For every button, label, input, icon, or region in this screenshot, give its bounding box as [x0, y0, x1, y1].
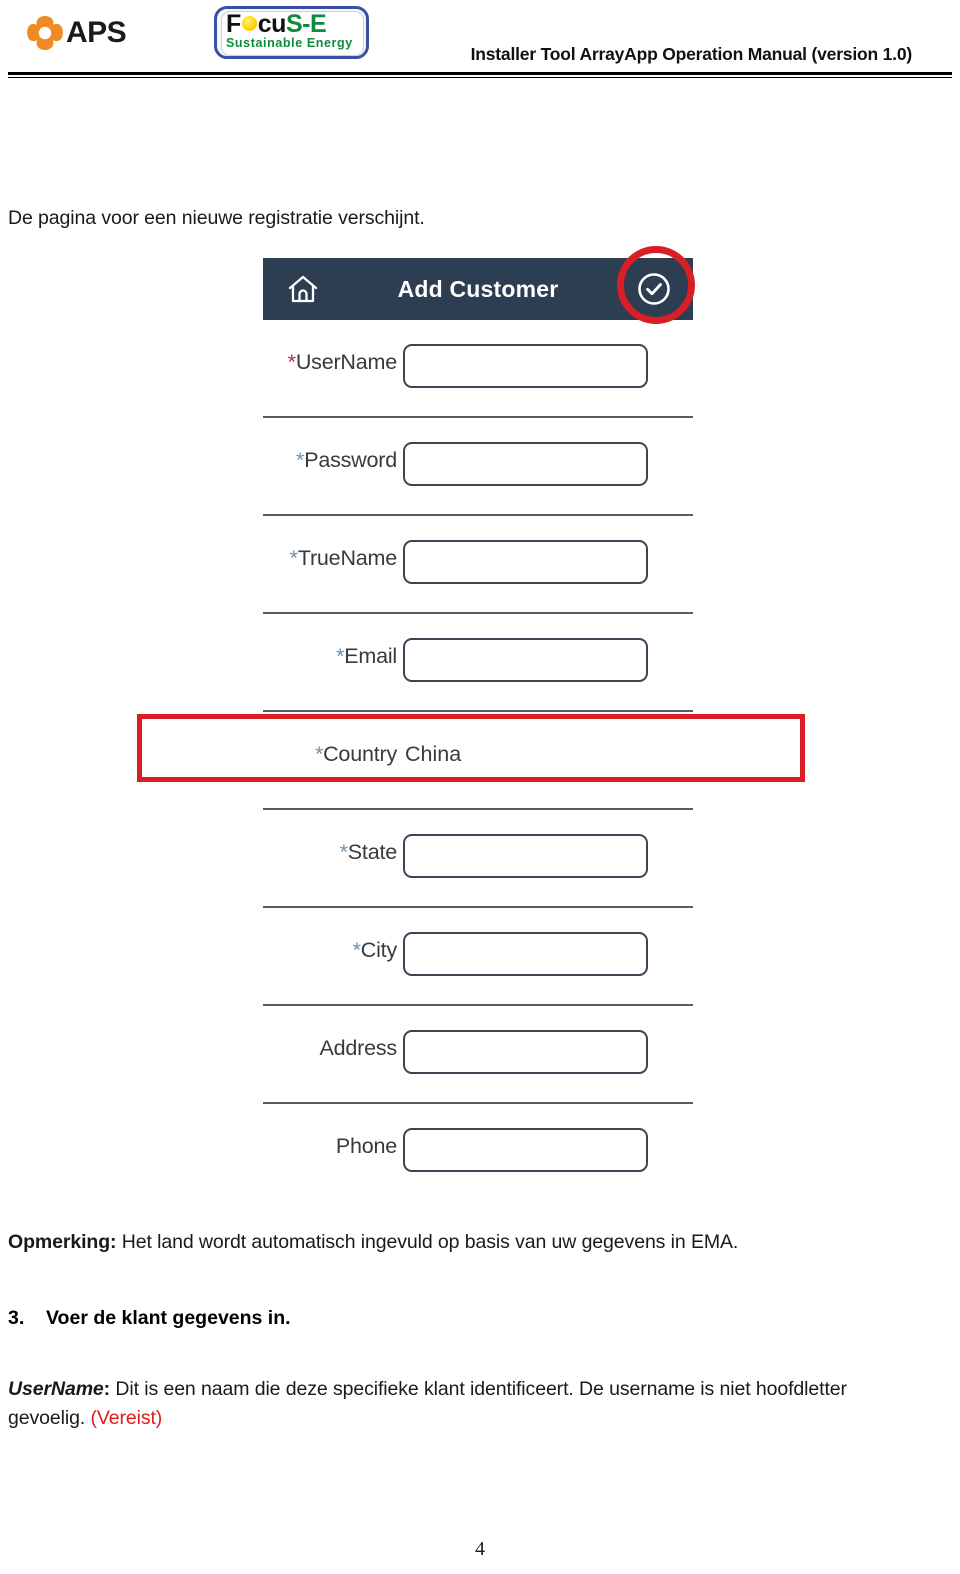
page-header: APS FcuS-E Sustainable Energy Installer … [0, 0, 960, 82]
truename-input[interactable] [403, 540, 648, 584]
field-label-address: Address [263, 1036, 398, 1061]
sun-dot-icon [241, 16, 257, 31]
required-asterisk: * [289, 546, 298, 570]
step-3-number: 3. [8, 1307, 25, 1329]
header-rule-thin [8, 77, 952, 78]
required-asterisk: * [287, 350, 296, 374]
note-label: Opmerking: [8, 1231, 117, 1253]
intro-paragraph: De pagina voor een nieuwe registratie ve… [8, 207, 425, 229]
aps-wordmark: APS [66, 16, 127, 49]
form-row-password: *Password [263, 418, 693, 516]
page-number: 4 [475, 1538, 485, 1560]
step-3-heading: Voer de klant gegevens in. [46, 1307, 291, 1329]
form-row-truename: *TrueName [263, 516, 693, 614]
focuse-wordmark: FcuS-E [226, 10, 327, 38]
form-row-address: Address [263, 1006, 693, 1104]
username-term: UserName [8, 1378, 104, 1400]
username-required-tag: (Vereist) [90, 1407, 163, 1429]
focuse-logo: FcuS-E Sustainable Energy [214, 6, 369, 59]
focuse-letter-f: F [226, 10, 241, 38]
form-row-phone: Phone [263, 1104, 693, 1202]
field-label-text: Email [344, 644, 397, 668]
aps-logo: APS [26, 10, 166, 56]
required-asterisk: * [296, 448, 305, 472]
app-screenshot-mockup: Add Customer *UserName *Password *TrueNa… [263, 252, 693, 1172]
field-label-username: *UserName [263, 350, 398, 375]
city-input[interactable] [403, 932, 648, 976]
field-label-truename: *TrueName [263, 546, 398, 571]
email-input[interactable] [403, 638, 648, 682]
required-asterisk: * [339, 840, 348, 864]
required-asterisk: * [352, 938, 361, 962]
field-label-city: *City [263, 938, 398, 963]
aps-propeller-icon [27, 15, 63, 51]
required-asterisk: * [336, 644, 345, 668]
field-label-text: City [360, 938, 397, 962]
field-label-text: State [347, 840, 397, 864]
phone-input[interactable] [403, 1128, 648, 1172]
state-input[interactable] [403, 834, 648, 878]
focuse-tagline: Sustainable Energy [226, 36, 353, 50]
note-body: Het land wordt automatisch ingevuld op b… [116, 1231, 739, 1253]
password-input[interactable] [403, 442, 648, 486]
note-paragraph: Opmerking: Het land wordt automatisch in… [8, 1228, 938, 1257]
form-row-email: *Email [263, 614, 693, 712]
username-input[interactable] [403, 344, 648, 388]
field-label-text: UserName [295, 350, 397, 374]
form-row-username: *UserName [263, 320, 693, 418]
field-label-text: Password [304, 448, 397, 472]
field-label-phone: Phone [263, 1134, 397, 1159]
address-input[interactable] [403, 1030, 648, 1074]
field-label-text: TrueName [297, 546, 397, 570]
username-description-paragraph: UserName: Dit is een naam die deze speci… [8, 1375, 913, 1433]
field-label-email: *Email [263, 644, 397, 669]
field-label-text: Address [319, 1036, 398, 1060]
manual-header-title: Installer Tool ArrayApp Operation Manual… [470, 44, 913, 64]
field-label-text: Phone [335, 1134, 397, 1158]
country-row-annotation-rectangle [137, 714, 805, 782]
form-row-state: *State [263, 810, 693, 908]
confirm-icon-annotation-circle [617, 246, 695, 324]
field-label-state: *State [263, 840, 398, 865]
field-label-password: *Password [263, 448, 397, 473]
header-rule-thick [8, 72, 952, 75]
focuse-letters-cu: cu [257, 10, 287, 38]
focuse-letters-se: S-E [285, 10, 327, 38]
form-row-city: *City [263, 908, 693, 1006]
